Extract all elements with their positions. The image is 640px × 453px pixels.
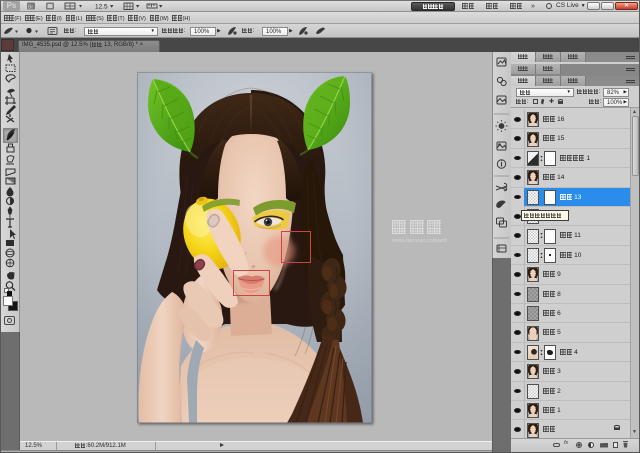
svg-text:Br: Br — [28, 5, 33, 11]
svg-text:12.5: 12.5 — [95, 4, 108, 11]
